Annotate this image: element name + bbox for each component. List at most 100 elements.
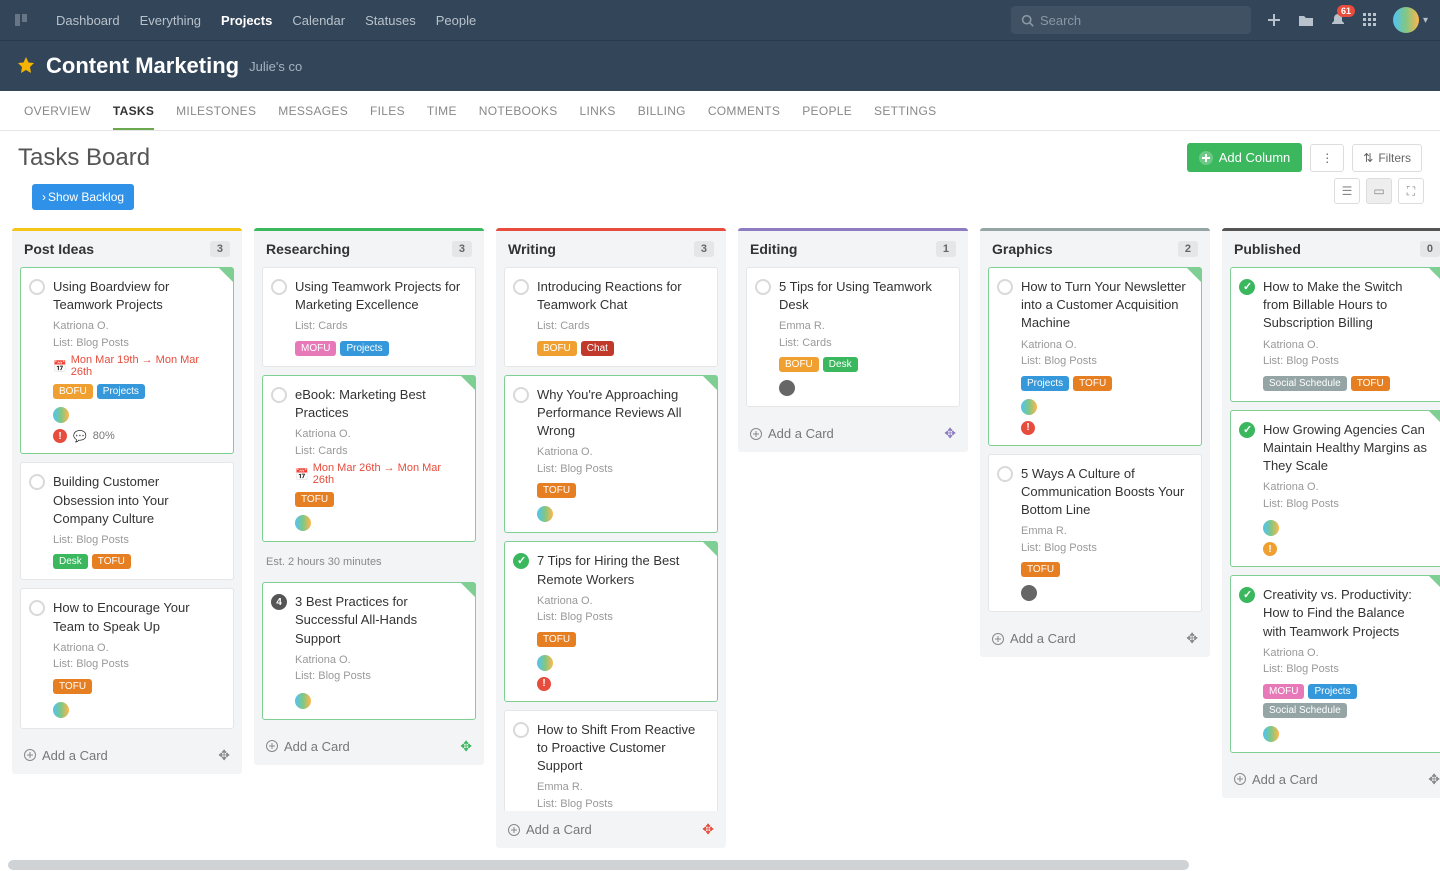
task-check-icon[interactable] — [997, 466, 1013, 482]
task-card[interactable]: Building Customer Obsession into Your Co… — [20, 462, 234, 580]
tag-projects[interactable]: Projects — [97, 384, 145, 399]
task-card[interactable]: 43 Best Practices for Successful All-Han… — [262, 582, 476, 720]
secondnav-item-files[interactable]: FILES — [370, 92, 405, 130]
tag-socialschedule[interactable]: Social Schedule — [1263, 703, 1347, 718]
task-check-icon[interactable] — [1239, 279, 1255, 295]
assignee-avatar[interactable] — [53, 407, 69, 423]
secondnav-item-notebooks[interactable]: NOTEBOOKS — [479, 92, 558, 130]
task-check-icon[interactable] — [997, 279, 1013, 295]
topnav-item-projects[interactable]: Projects — [211, 13, 282, 28]
assignee-avatar[interactable] — [1263, 520, 1279, 536]
more-menu-button[interactable]: ⋮ — [1310, 144, 1344, 172]
task-check-icon[interactable] — [755, 279, 771, 295]
assignee-avatar[interactable] — [1021, 399, 1037, 415]
tag-projects[interactable]: Projects — [1308, 684, 1356, 699]
task-card[interactable]: eBook: Marketing Best PracticesKatriona … — [262, 375, 476, 542]
topnav-item-dashboard[interactable]: Dashboard — [46, 13, 130, 28]
secondnav-item-billing[interactable]: BILLING — [638, 92, 686, 130]
assignee-avatar[interactable] — [53, 702, 69, 718]
star-icon[interactable] — [16, 56, 36, 76]
tag-tofu[interactable]: TOFU — [537, 483, 576, 498]
folder-icon[interactable] — [1297, 11, 1315, 29]
assignee-avatar[interactable] — [1263, 726, 1279, 742]
drag-handle-icon[interactable]: ✥ — [702, 821, 714, 838]
task-card[interactable]: Using Boardview for Teamwork ProjectsKat… — [20, 267, 234, 454]
secondnav-item-people[interactable]: PEOPLE — [802, 92, 852, 130]
tag-tofu[interactable]: TOFU — [53, 679, 92, 694]
board-view-icon[interactable]: ▭ — [1366, 178, 1392, 204]
assignee-avatar[interactable] — [537, 655, 553, 671]
drag-handle-icon[interactable]: ✥ — [1186, 630, 1198, 647]
search-wrap[interactable] — [1011, 6, 1251, 34]
task-card[interactable]: Introducing Reactions for Teamwork ChatL… — [504, 267, 718, 367]
task-card[interactable]: How to Encourage Your Team to Speak UpKa… — [20, 588, 234, 728]
column-header[interactable]: Editing1 — [738, 231, 968, 267]
column-header[interactable]: Post Ideas3 — [12, 231, 242, 267]
task-check-icon[interactable]: 4 — [271, 594, 287, 610]
tag-projects[interactable]: Projects — [340, 341, 388, 356]
tag-bofu[interactable]: BOFU — [779, 357, 819, 372]
search-input[interactable] — [1040, 13, 1241, 28]
column-header[interactable]: Graphics2 — [980, 231, 1210, 267]
tag-mofu[interactable]: MOFU — [1263, 684, 1304, 699]
task-check-icon[interactable] — [513, 553, 529, 569]
assignee-avatar[interactable] — [295, 693, 311, 709]
add-card-button[interactable]: Add a Card✥ — [254, 728, 484, 765]
secondnav-item-overview[interactable]: OVERVIEW — [24, 92, 91, 130]
task-check-icon[interactable] — [513, 387, 529, 403]
topnav-item-statuses[interactable]: Statuses — [355, 13, 426, 28]
task-check-icon[interactable] — [271, 279, 287, 295]
secondnav-item-tasks[interactable]: TASKS — [113, 92, 154, 130]
task-check-icon[interactable] — [513, 722, 529, 738]
topnav-item-people[interactable]: People — [426, 13, 486, 28]
secondnav-item-milestones[interactable]: MILESTONES — [176, 92, 256, 130]
tag-desk[interactable]: Desk — [823, 357, 858, 372]
add-icon[interactable] — [1265, 11, 1283, 29]
task-card[interactable]: Creativity vs. Productivity: How to Find… — [1230, 575, 1440, 753]
tag-tofu[interactable]: TOFU — [1351, 376, 1390, 391]
tag-tofu[interactable]: TOFU — [1073, 376, 1112, 391]
horizontal-scrollbar[interactable] — [0, 860, 1440, 870]
column-header[interactable]: Researching3 — [254, 231, 484, 267]
bell-icon[interactable]: 61 — [1329, 11, 1347, 29]
user-menu[interactable]: ▾ — [1393, 7, 1428, 33]
tag-mofu[interactable]: MOFU — [295, 341, 336, 356]
add-card-button[interactable]: Add a Card✥ — [1222, 761, 1440, 798]
task-card[interactable]: Using Teamwork Projects for Marketing Ex… — [262, 267, 476, 367]
task-card[interactable]: Why You're Approaching Performance Revie… — [504, 375, 718, 534]
assignee-avatar[interactable] — [779, 380, 795, 396]
tag-tofu[interactable]: TOFU — [1021, 562, 1060, 577]
task-check-icon[interactable] — [271, 387, 287, 403]
add-card-button[interactable]: Add a Card✥ — [980, 620, 1210, 657]
tag-projects[interactable]: Projects — [1021, 376, 1069, 391]
column-header[interactable]: Published0 — [1222, 231, 1440, 267]
secondnav-item-comments[interactable]: COMMENTS — [708, 92, 780, 130]
assignee-avatar[interactable] — [1021, 585, 1037, 601]
tag-desk[interactable]: Desk — [53, 554, 88, 569]
expand-icon[interactable]: ⛶ — [1398, 178, 1424, 204]
filters-button[interactable]: ⇅ Filters — [1352, 144, 1422, 172]
topnav-item-calendar[interactable]: Calendar — [282, 13, 355, 28]
tag-chat[interactable]: Chat — [581, 341, 614, 356]
tag-tofu[interactable]: TOFU — [92, 554, 131, 569]
secondnav-item-settings[interactable]: SETTINGS — [874, 92, 936, 130]
assignee-avatar[interactable] — [295, 515, 311, 531]
tag-bofu[interactable]: BOFU — [53, 384, 93, 399]
drag-handle-icon[interactable]: ✥ — [460, 738, 472, 755]
drag-handle-icon[interactable]: ✥ — [944, 425, 956, 442]
task-check-icon[interactable] — [29, 279, 45, 295]
secondnav-item-messages[interactable]: MESSAGES — [278, 92, 348, 130]
topnav-item-everything[interactable]: Everything — [130, 13, 211, 28]
task-check-icon[interactable] — [29, 600, 45, 616]
add-card-button[interactable]: Add a Card✥ — [12, 737, 242, 774]
task-card[interactable]: How to Turn Your Newsletter into a Custo… — [988, 267, 1202, 446]
apps-grid-icon[interactable] — [1361, 11, 1379, 29]
secondnav-item-time[interactable]: TIME — [427, 92, 457, 130]
add-column-button[interactable]: Add Column — [1187, 143, 1303, 172]
tag-tofu[interactable]: TOFU — [295, 492, 334, 507]
tag-bofu[interactable]: BOFU — [537, 341, 577, 356]
task-check-icon[interactable] — [1239, 422, 1255, 438]
add-card-button[interactable]: Add a Card✥ — [738, 415, 968, 452]
assignee-avatar[interactable] — [537, 506, 553, 522]
task-card[interactable]: How to Shift From Reactive to Proactive … — [504, 710, 718, 811]
